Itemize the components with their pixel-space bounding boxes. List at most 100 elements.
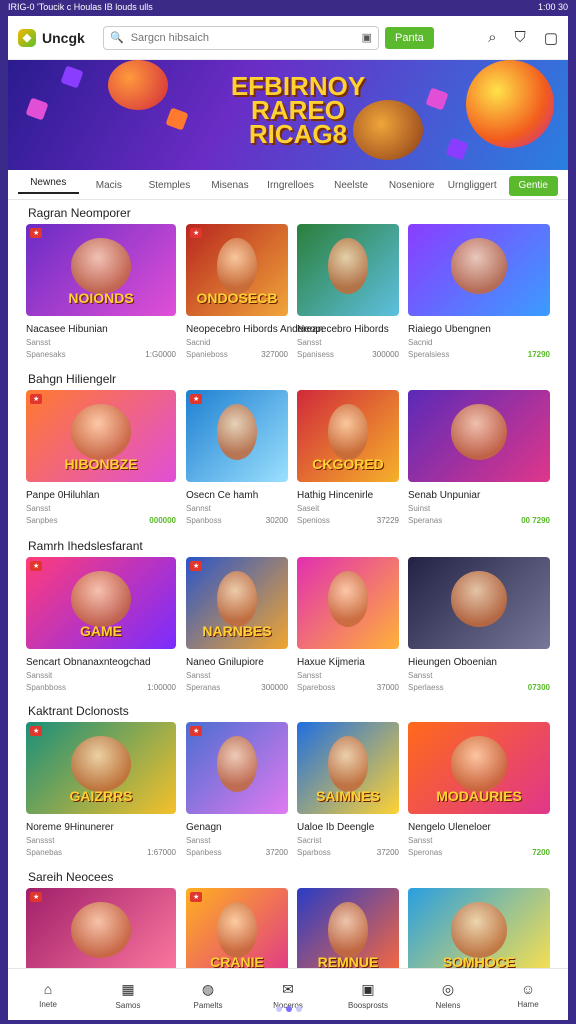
game-thumbnail[interactable]: [408, 390, 550, 482]
square-icon[interactable]: ▢: [544, 29, 558, 47]
game-name[interactable]: Naneo Gnilupiore: [186, 657, 288, 668]
game-thumbnail[interactable]: ★: [186, 390, 288, 482]
game-name[interactable]: Haxue Kijmeria: [297, 657, 399, 668]
game-thumbnail[interactable]: MODAURIES: [408, 722, 550, 814]
game-thumbnail[interactable]: ★ NOIONDS: [26, 224, 176, 316]
game-name[interactable]: Panpe 0Hiluhlan: [26, 490, 176, 501]
tab-neelste[interactable]: Neelste: [321, 180, 382, 191]
game-meta-row: Spanesaks 1:G0000: [26, 350, 176, 359]
grid-icon: ▦: [121, 980, 135, 997]
game-card[interactable]: Hieungen Oboenian Sansst Sperlaess 07300: [408, 557, 550, 692]
tab-noseniore[interactable]: Noseniore: [381, 180, 442, 191]
game-subtitle: Sansst: [408, 671, 433, 680]
game-meta-row: Spanboss 30200: [186, 516, 288, 525]
game-card[interactable]: ★ Genagn Sansst Spanbess 37200: [186, 722, 288, 857]
game-thumbnail[interactable]: ★: [26, 888, 176, 980]
game-card[interactable]: ★ GAIZRRS Noreme 9Hinunerer Sanssst Spanebas…: [26, 722, 176, 857]
game-thumbnail[interactable]: ★ GAME: [26, 557, 176, 649]
status-left: IRIG-0 'Toucik c Houlas IB louds ulls: [8, 2, 153, 12]
shield-icon[interactable]: ⛉: [515, 29, 526, 46]
game-card[interactable]: ★ ONDOSECB Neopecebro Hibords Anderean Sacn…: [186, 224, 323, 359]
game-name[interactable]: Nacasee Hibunian: [26, 324, 176, 335]
game-meta-row: Spanisess 300000: [297, 350, 399, 359]
game-thumbnail[interactable]: ★ CRANIE: [186, 888, 288, 980]
thumbnail-title: ONDOSECB: [196, 290, 278, 306]
game-meta: Sperlaess: [408, 683, 444, 692]
nav-news[interactable]: ◎ Nelens: [408, 969, 488, 1020]
game-subtitle: Saseit: [297, 504, 320, 513]
game-card[interactable]: CKGORED Hathig Hincenirle Saseit Spenioss 37…: [297, 390, 399, 525]
game-card[interactable]: ★ GAME Sencart Obnanaxnteogchad Sanssit Span…: [26, 557, 176, 692]
tab-urngliggert[interactable]: Urngliggert: [442, 180, 503, 191]
game-thumbnail[interactable]: [297, 557, 399, 649]
nav-boosts[interactable]: ▣ Boosprosts: [328, 969, 408, 1020]
game-thumbnail[interactable]: SOMHOCE: [408, 888, 550, 980]
game-thumbnail[interactable]: SAIMNES: [297, 722, 399, 814]
game-meta: Spanbboss: [26, 683, 67, 692]
nav-categories[interactable]: ◍ Pamelts: [168, 969, 248, 1020]
game-price: 17290: [527, 350, 550, 359]
game-card[interactable]: SAIMNES Ualoe Ib Deengle Sacrist Sparboss 37…: [297, 722, 399, 857]
hot-badge-icon: ★: [190, 561, 203, 571]
game-thumbnail[interactable]: ★: [186, 722, 288, 814]
nav-profile[interactable]: ☺ Hame: [488, 969, 568, 1020]
game-card[interactable]: ★ Osecn Ce hamh Sannst Spanboss 30200: [186, 390, 288, 525]
game-meta-row: Sanpbes 000000: [26, 516, 176, 525]
game-name[interactable]: Osecn Ce hamh: [186, 490, 288, 501]
search-button[interactable]: Panta: [385, 26, 434, 49]
game-thumbnail[interactable]: REMNUE: [297, 888, 399, 980]
game-card[interactable]: Haxue Kijmeria Sansst Spareboss 37000: [297, 557, 399, 692]
tab-stemples[interactable]: Stemples: [139, 180, 200, 191]
game-card[interactable]: Riaiego Ubengnen Sacnid Speralsiess 17290: [408, 224, 550, 359]
game-card[interactable]: ★ NARNBES Naneo Gnilupiore Sansst Speranas 30…: [186, 557, 288, 692]
game-name[interactable]: Sencart Obnanaxnteogchad: [26, 657, 176, 668]
nav-center[interactable]: ✉ Noceros: [248, 969, 328, 1020]
logo[interactable]: ◆ Uncgk: [18, 28, 103, 47]
search-input[interactable]: [128, 30, 357, 45]
hot-badge-icon: ★: [190, 892, 203, 902]
game-card[interactable]: ★ CRANIE: [186, 888, 288, 980]
game-card[interactable]: ★ NOIONDS Nacasee Hibunian Sansst Spanesaks 1…: [26, 224, 176, 359]
game-thumbnail[interactable]: ★ HIBONBZE: [26, 390, 176, 482]
game-thumbnail[interactable]: ★ GAIZRRS: [26, 722, 176, 814]
game-thumbnail[interactable]: [297, 224, 399, 316]
tab-newnes[interactable]: Newnes: [18, 177, 79, 194]
game-thumbnail[interactable]: [408, 224, 550, 316]
tab-macis[interactable]: Macis: [79, 180, 140, 191]
tab-misenas[interactable]: Misenas: [200, 180, 261, 191]
game-name[interactable]: Senab Unpuniar: [408, 490, 550, 501]
nav-label: Samos: [115, 1000, 141, 1010]
tab-irngrelloes[interactable]: Irngrelloes: [260, 180, 321, 191]
camera-icon[interactable]: ▣: [362, 31, 372, 44]
character-icon: [327, 902, 369, 958]
nav-games[interactable]: ▦ Samos: [88, 969, 168, 1020]
game-thumbnail[interactable]: ★ NARNBES: [186, 557, 288, 649]
game-name[interactable]: Riaiego Ubengnen: [408, 324, 550, 335]
category-tabs: Newnes Macis Stemples Misenas Irngrelloe…: [8, 172, 568, 200]
game-name[interactable]: Neopecebro Hibords: [297, 324, 399, 335]
app-window: ◆ Uncgk 🔍 ▣ Panta ⌕ ⛉ ▢ EFBIRNOY RAREO R…: [8, 16, 568, 1020]
game-name[interactable]: Neopecebro Hibords Anderean: [186, 324, 323, 335]
game-card[interactable]: ★: [26, 888, 176, 980]
game-name[interactable]: Ualoe Ib Deengle: [297, 822, 399, 833]
search-box[interactable]: 🔍 ▣: [103, 25, 379, 50]
game-thumbnail[interactable]: [408, 557, 550, 649]
game-thumbnail[interactable]: ★ ONDOSECB: [186, 224, 288, 316]
nav-home[interactable]: ⌂ Inete: [8, 969, 88, 1020]
game-card[interactable]: ★ HIBONBZE Panpe 0Hiluhlan Sansst Sanpbes 000…: [26, 390, 176, 525]
game-card[interactable]: REMNUE: [297, 888, 399, 980]
game-card[interactable]: Senab Unpuniar Suinst Speranas 00 7290: [408, 390, 550, 525]
tabs-action-button[interactable]: Gentie: [508, 175, 558, 196]
game-name[interactable]: Genagn: [186, 822, 288, 833]
game-card[interactable]: MODAURIES Nengelo Uleneloer Sansst Speronas…: [408, 722, 550, 857]
game-name[interactable]: Noreme 9Hinunerer: [26, 822, 176, 833]
game-name[interactable]: Hieungen Oboenian: [408, 657, 550, 668]
hero-banner[interactable]: EFBIRNOY RAREO RICAG8: [8, 60, 568, 170]
section-title: Kaktrant Dclonosts: [28, 704, 129, 718]
game-name[interactable]: Hathig Hincenirle: [297, 490, 399, 501]
game-thumbnail[interactable]: CKGORED: [297, 390, 399, 482]
game-card[interactable]: Neopecebro Hibords Sansst Spanisess 300000: [297, 224, 399, 359]
game-name[interactable]: Nengelo Uleneloer: [408, 822, 550, 833]
search-icon[interactable]: ⌕: [488, 29, 496, 46]
character-icon: [450, 902, 508, 958]
